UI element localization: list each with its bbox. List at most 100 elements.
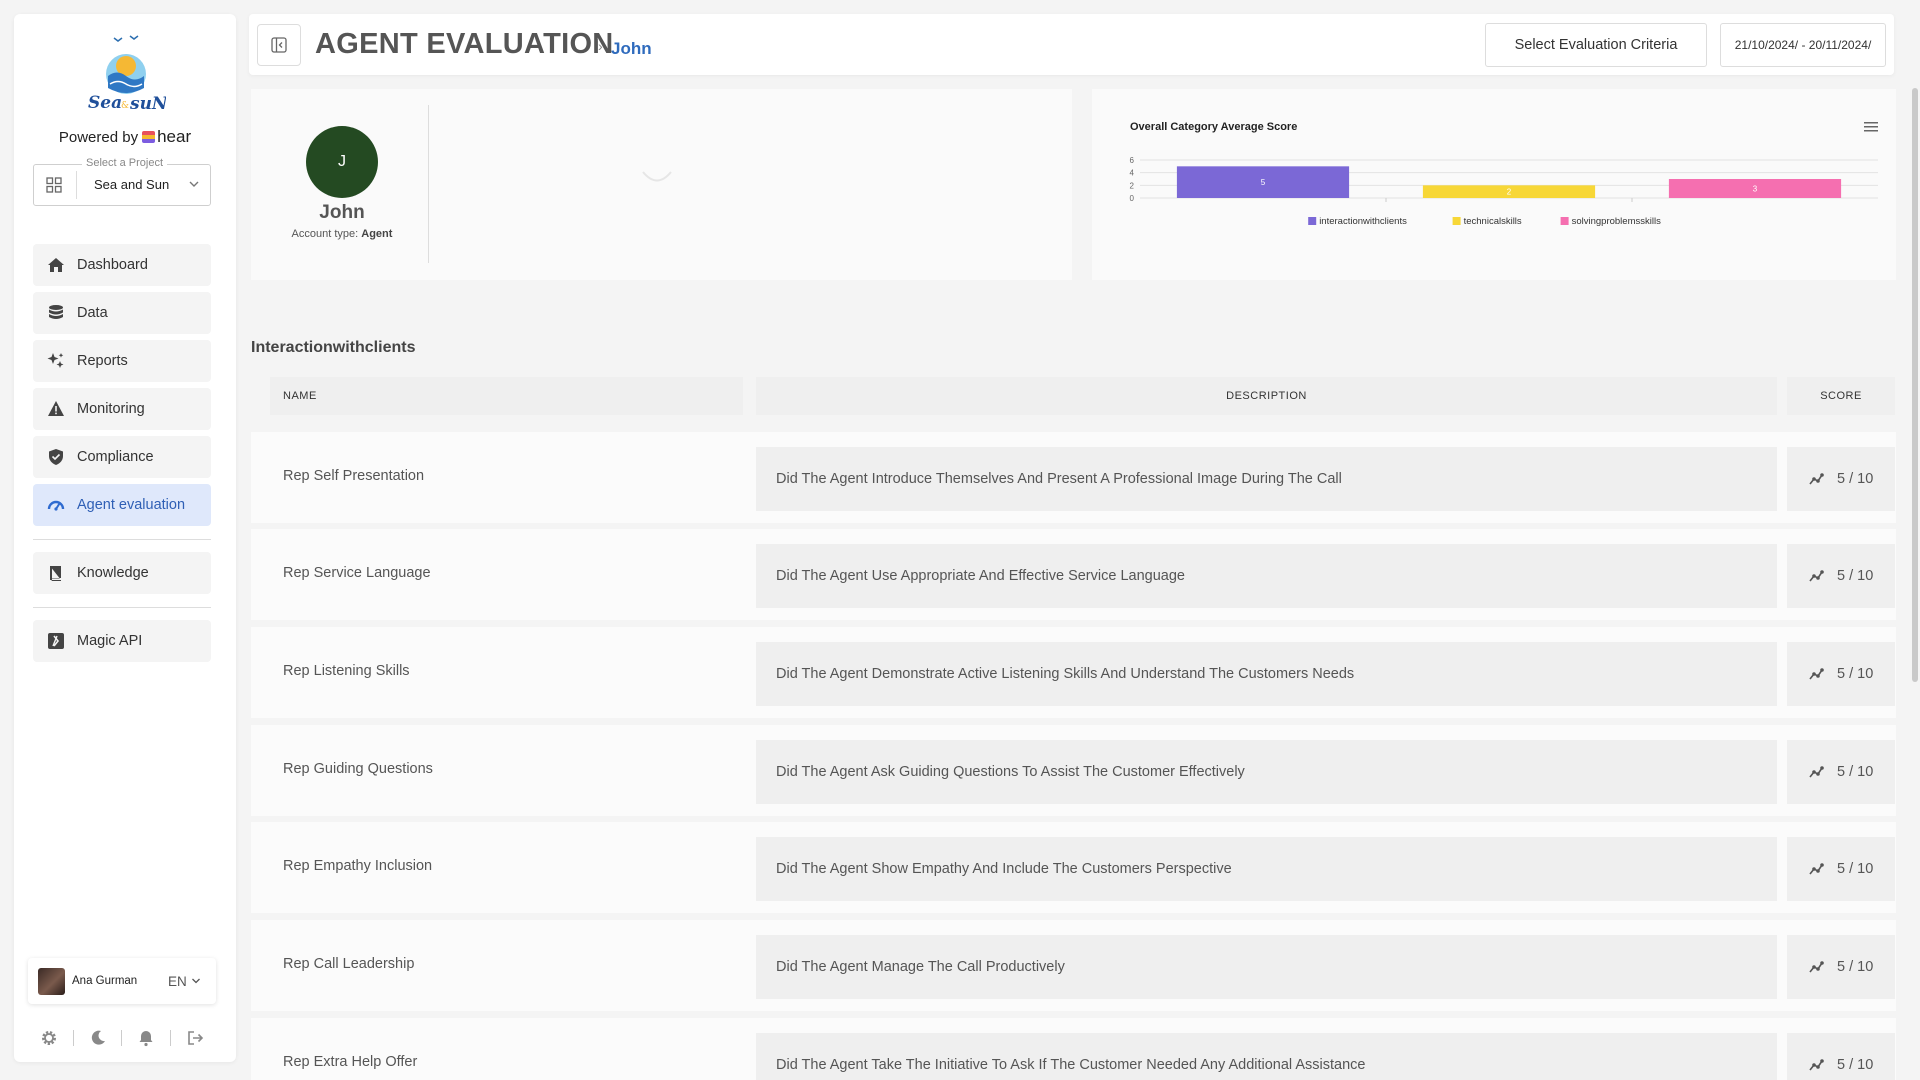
- table-row[interactable]: Rep Call LeadershipDid The Agent Manage …: [251, 920, 1896, 1011]
- loading-spinner-icon: [640, 167, 674, 187]
- database-icon: [47, 304, 65, 322]
- table-row[interactable]: Rep Service LanguageDid The Agent Use Ap…: [251, 529, 1896, 620]
- sea-and-sun-logo[interactable]: Sea & suN: [86, 32, 166, 114]
- criterion-score-value: 5 / 10: [1837, 666, 1873, 682]
- score-trend-icon: [1809, 960, 1825, 974]
- criterion-score-value: 5 / 10: [1837, 568, 1873, 584]
- sidebar-divider: [33, 539, 211, 540]
- sidebar-item-agent-evaluation[interactable]: Agent evaluation: [33, 484, 211, 526]
- sidebar-item-compliance[interactable]: Compliance: [33, 436, 211, 478]
- gauge-icon: [47, 496, 65, 514]
- breadcrumb-agent-name[interactable]: John: [611, 39, 652, 59]
- criterion-score-value: 5 / 10: [1837, 861, 1873, 877]
- chart-legend-swatch: [1453, 217, 1461, 225]
- criterion-score-value: 5 / 10: [1837, 471, 1873, 487]
- user-menu[interactable]: Ana Gurman EN: [28, 958, 216, 1004]
- criterion-score-value: 5 / 10: [1837, 764, 1873, 780]
- svg-text:&: &: [121, 101, 129, 111]
- svg-text:suN: suN: [129, 94, 166, 114]
- agent-profile-card: J John Account type: Agent: [251, 89, 1072, 280]
- sidebar-item-knowledge[interactable]: Knowledge: [33, 552, 211, 594]
- criterion-score[interactable]: 5 / 10: [1787, 740, 1895, 804]
- criterion-name: Rep Empathy Inclusion: [283, 858, 432, 874]
- criterion-score[interactable]: 5 / 10: [1787, 837, 1895, 901]
- svg-text:Sea: Sea: [88, 93, 122, 113]
- powered-by-brand: hear: [157, 127, 191, 146]
- bar-chart-plot: 0246523interactionwithclientstechnicalsk…: [1092, 89, 1896, 280]
- sidebar-item-label: Reports: [77, 353, 128, 369]
- sidebar-collapse-icon: [271, 37, 287, 53]
- criterion-description: Did The Agent Introduce Themselves And P…: [756, 447, 1777, 511]
- date-range-picker[interactable]: 21/10/2024/ - 20/11/2024/: [1720, 23, 1886, 67]
- table-row[interactable]: Rep Listening SkillsDid The Agent Demons…: [251, 627, 1896, 718]
- section-title: Interactionwithclients: [251, 339, 415, 357]
- criterion-score[interactable]: 5 / 10: [1787, 1033, 1895, 1080]
- profile-divider: [428, 105, 429, 263]
- grid-icon: [46, 177, 62, 193]
- account-type: Account type: Agent: [251, 228, 433, 240]
- logout-icon[interactable]: [186, 1029, 204, 1047]
- criterion-name: Rep Guiding Questions: [283, 761, 433, 777]
- score-trend-icon: [1809, 667, 1825, 681]
- moon-icon[interactable]: [89, 1029, 107, 1047]
- chart-y-tick-label: 6: [1130, 156, 1135, 165]
- project-select-value: Sea and Sun: [94, 177, 169, 192]
- chart-data-label: 3: [1753, 185, 1758, 194]
- agent-name: John: [251, 202, 433, 224]
- criterion-score-value: 5 / 10: [1837, 959, 1873, 975]
- criterion-name: Rep Call Leadership: [283, 956, 414, 972]
- bell-icon[interactable]: [137, 1029, 155, 1047]
- column-header-score: SCORE: [1787, 377, 1895, 415]
- chart-legend-entry[interactable]: interactionwithclients: [1319, 216, 1407, 227]
- table-row[interactable]: Rep Self Presentation Did The Agent Intro…: [251, 432, 1896, 523]
- warning-icon: [47, 400, 65, 418]
- criterion-description: Did The Agent Take The Initiative To Ask…: [756, 1033, 1777, 1080]
- shield-icon: [47, 448, 65, 466]
- footer-divider: [73, 1030, 74, 1046]
- score-trend-icon: [1809, 862, 1825, 876]
- collapse-sidebar-button[interactable]: [257, 24, 301, 66]
- project-select[interactable]: Select a Project Sea and Sun: [33, 164, 211, 206]
- page-header: AGENT EVALUATION › John Select Evaluatio…: [249, 14, 1894, 75]
- language-selector[interactable]: EN: [168, 974, 187, 989]
- gear-icon[interactable]: [40, 1029, 58, 1047]
- scrollbar[interactable]: [1912, 88, 1918, 682]
- footer-divider: [170, 1030, 171, 1046]
- table-row[interactable]: Rep Extra Help OfferDid The Agent Take T…: [251, 1018, 1896, 1080]
- chart-data-label: 5: [1261, 178, 1266, 187]
- sidebar-item-label: Magic API: [77, 633, 142, 649]
- criterion-score[interactable]: 5 / 10: [1787, 544, 1895, 608]
- agent-avatar: J: [306, 126, 378, 198]
- criterion-description: Did The Agent Ask Guiding Questions To A…: [756, 740, 1777, 804]
- user-avatar: [38, 968, 65, 995]
- select-evaluation-criteria-button[interactable]: Select Evaluation Criteria: [1485, 23, 1707, 67]
- chart-legend-entry[interactable]: solvingproblemsskills: [1572, 216, 1661, 227]
- chart-legend-swatch: [1308, 217, 1316, 225]
- column-header-description: DESCRIPTION: [756, 377, 1777, 415]
- powered-by: Powered byhear: [14, 127, 236, 147]
- sidebar-item-data[interactable]: Data: [33, 292, 211, 334]
- home-icon: [47, 256, 65, 274]
- criterion-score[interactable]: 5 / 10: [1787, 642, 1895, 706]
- chart-legend-entry[interactable]: technicalskills: [1464, 216, 1522, 227]
- sidebar: Sea & suN Powered byhear Select a Projec…: [14, 14, 236, 1062]
- criterion-name: Rep Self Presentation: [283, 468, 424, 484]
- criterion-name: Rep Service Language: [283, 565, 431, 581]
- sidebar-item-dashboard[interactable]: Dashboard: [33, 244, 211, 286]
- sidebar-item-monitoring[interactable]: Monitoring: [33, 388, 211, 430]
- sidebar-item-reports[interactable]: Reports: [33, 340, 211, 382]
- table-row[interactable]: Rep Guiding Questions Did The Agent Ask G…: [251, 725, 1896, 816]
- footer-divider: [121, 1030, 122, 1046]
- table-header: NAME DESCRIPTION SCORE: [251, 368, 1896, 420]
- chart-y-tick-label: 0: [1130, 194, 1135, 203]
- sidebar-item-magic-api[interactable]: Magic API: [33, 620, 211, 662]
- criterion-score[interactable]: 5 / 10: [1787, 447, 1895, 511]
- chart-data-label: 2: [1507, 188, 1512, 197]
- criterion-description: Did The Agent Demonstrate Active Listeni…: [756, 642, 1777, 706]
- criterion-score[interactable]: 5 / 10: [1787, 935, 1895, 999]
- score-trend-icon: [1809, 472, 1825, 486]
- sidebar-item-label: Monitoring: [77, 401, 145, 417]
- breadcrumb-separator: ›: [598, 38, 603, 54]
- column-header-name: NAME: [270, 377, 743, 415]
- table-row[interactable]: Rep Empathy InclusionDid The Agent Show …: [251, 822, 1896, 913]
